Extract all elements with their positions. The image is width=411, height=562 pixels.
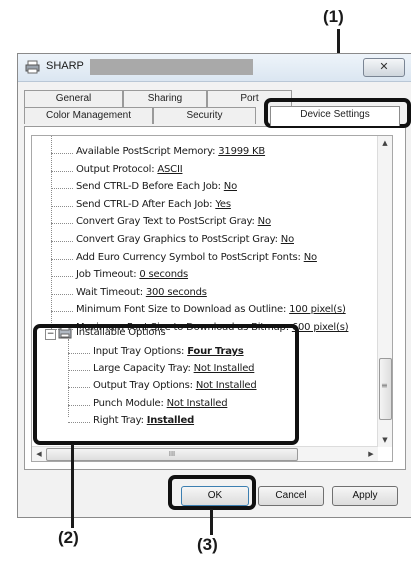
highlight-installable-options: [33, 324, 299, 445]
setting-value[interactable]: No: [258, 216, 271, 227]
callout-2-line: [71, 444, 74, 528]
scroll-right-icon[interactable]: ▶: [364, 447, 378, 461]
apply-button[interactable]: Apply: [332, 486, 398, 506]
horizontal-scrollbar[interactable]: ◀ III ▶: [32, 446, 378, 461]
tree-guide-line: [51, 136, 52, 333]
tree-setting-row[interactable]: Minimum Font Size to Download as Outline…: [76, 304, 346, 315]
setting-label: Minimum Font Size to Download as Outline…: [76, 304, 290, 316]
setting-label: Send CTRL-D After Each Job:: [76, 198, 216, 210]
printer-properties-dialog: SHARP ✕ General Sharing Port Color Manag…: [17, 53, 411, 518]
tab-sharing[interactable]: Sharing: [123, 90, 207, 107]
setting-label: Available PostScript Memory:: [76, 146, 219, 157]
tree-connector: [51, 205, 73, 207]
cancel-button[interactable]: Cancel: [258, 486, 324, 506]
setting-label: Convert Gray Text to PostScript Gray:: [76, 216, 258, 228]
redacted-printer-name: [90, 59, 253, 75]
vertical-scrollbar[interactable]: ▲ ≡ ▼: [377, 136, 392, 447]
setting-value[interactable]: 600 pixel(s): [292, 322, 349, 333]
setting-value[interactable]: 100 pixel(s): [289, 304, 346, 315]
printer-icon: [25, 60, 40, 74]
callout-3: (3): [197, 535, 218, 554]
setting-value[interactable]: No: [281, 234, 294, 245]
tree-connector: [51, 170, 73, 172]
tree-setting-row[interactable]: Available PostScript Memory: 31999 KB: [76, 146, 265, 157]
tree-setting-row[interactable]: Job Timeout: 0 seconds: [76, 269, 188, 280]
scroll-up-icon[interactable]: ▲: [378, 136, 392, 150]
tree-connector: [51, 223, 73, 225]
tree-connector: [51, 293, 73, 295]
title-bar[interactable]: SHARP ✕: [18, 54, 411, 82]
setting-value[interactable]: 300 seconds: [146, 287, 207, 298]
setting-label: Add Euro Currency Symbol to PostScript F…: [76, 251, 304, 263]
tree-setting-row[interactable]: Convert Gray Text to PostScript Gray: No: [76, 216, 271, 227]
setting-label: Output Protocol:: [76, 163, 158, 175]
setting-value[interactable]: ASCII: [157, 164, 182, 175]
tree-connector: [51, 258, 73, 260]
tree-setting-row[interactable]: Add Euro Currency Symbol to PostScript F…: [76, 252, 317, 263]
tree-setting-row[interactable]: Output Protocol: ASCII: [76, 163, 183, 175]
setting-value[interactable]: 0 seconds: [139, 269, 188, 280]
tree-connector: [51, 153, 73, 154]
window-title: SHARP: [46, 60, 84, 72]
tab-device-settings[interactable]: Device Settings: [270, 106, 400, 126]
callout-1: (1): [323, 7, 344, 26]
setting-label: Job Timeout:: [76, 269, 140, 281]
scroll-down-icon[interactable]: ▼: [378, 433, 392, 447]
setting-label: Wait Timeout:: [76, 286, 146, 298]
setting-value[interactable]: 31999 KB: [218, 146, 265, 157]
tree-connector: [51, 276, 73, 278]
tree-setting-row[interactable]: Wait Timeout: 300 seconds: [76, 287, 207, 298]
scroll-left-icon[interactable]: ◀: [32, 447, 46, 461]
close-button[interactable]: ✕: [363, 58, 405, 77]
setting-label: Convert Gray Graphics to PostScript Gray…: [76, 234, 281, 245]
highlight-ok-button: [168, 475, 256, 510]
grip-icon: ≡: [381, 381, 388, 390]
close-icon: ✕: [379, 60, 389, 73]
tree-setting-row[interactable]: Convert Gray Graphics to PostScript Gray…: [76, 234, 294, 245]
tree-connector: [51, 241, 73, 242]
setting-label: Send CTRL-D Before Each Job:: [76, 181, 224, 193]
setting-value[interactable]: Yes: [215, 199, 231, 210]
tree-connector: [51, 188, 73, 190]
tree-setting-row[interactable]: Send CTRL-D After Each Job: Yes: [76, 199, 231, 210]
setting-value[interactable]: No: [224, 181, 237, 192]
callout-2: (2): [58, 528, 79, 547]
hgrip-icon: III: [168, 450, 176, 458]
tree-setting-row[interactable]: Send CTRL-D Before Each Job: No: [76, 181, 237, 192]
setting-value[interactable]: No: [304, 252, 317, 263]
callout-3-line: [210, 509, 213, 535]
vertical-scroll-thumb[interactable]: ≡: [379, 358, 392, 420]
tab-color-management[interactable]: Color Management: [24, 107, 153, 124]
tab-general[interactable]: General: [24, 90, 123, 107]
horizontal-scroll-thumb[interactable]: III: [46, 448, 298, 461]
tab-security[interactable]: Security: [153, 107, 256, 124]
tree-connector: [51, 311, 73, 313]
